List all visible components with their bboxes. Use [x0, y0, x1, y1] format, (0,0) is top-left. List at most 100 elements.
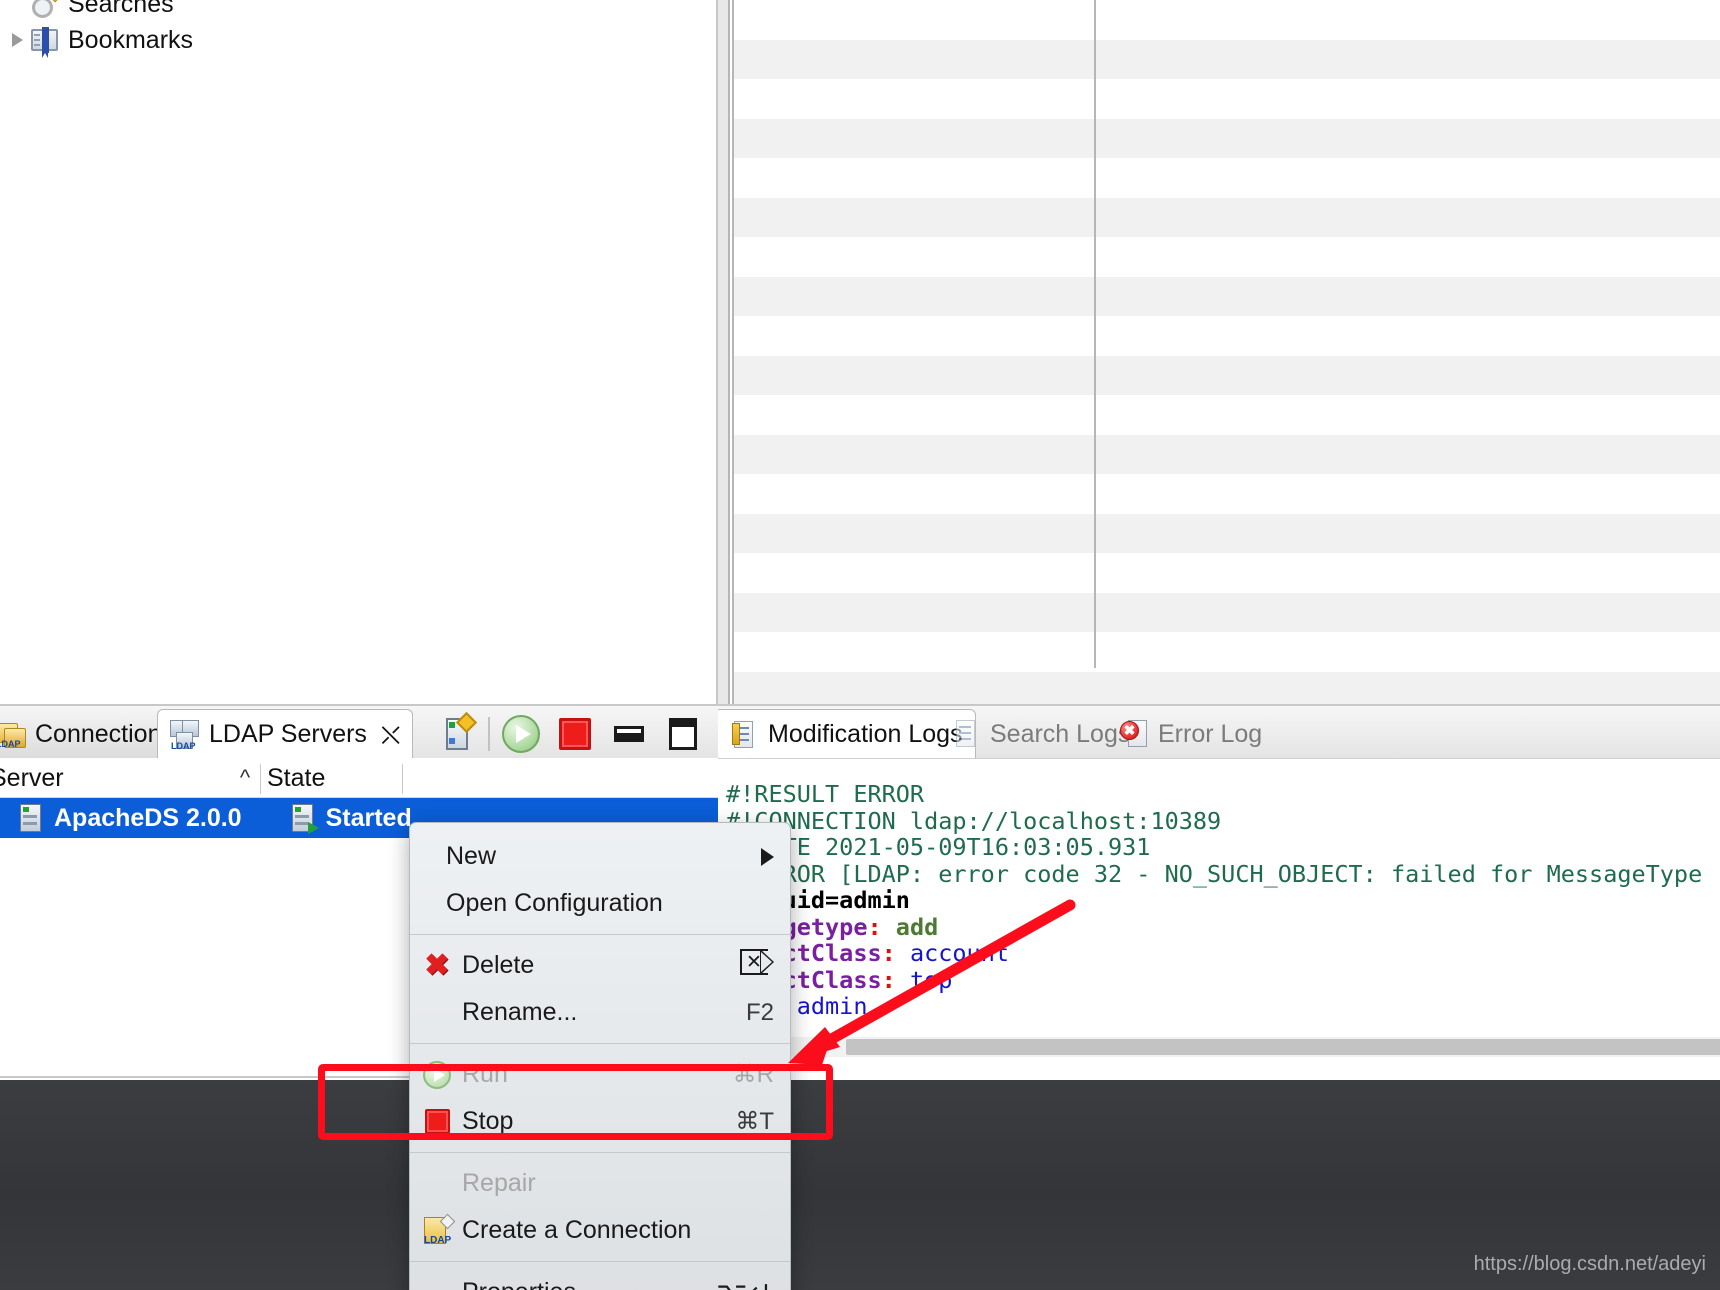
blank-icon-slot: [420, 998, 454, 1028]
tab-label: Error Log: [1158, 719, 1263, 748]
menu-separator: [410, 1152, 790, 1153]
horizontal-scrollbar[interactable]: [718, 1037, 1720, 1057]
table-row[interactable]: [734, 316, 1720, 356]
app-window: Searches Bookmarks DAP Connections LDAP …: [0, 0, 1720, 1290]
tab-error-log[interactable]: ✖ Error Log: [1108, 709, 1274, 759]
ldap-browser-tree[interactable]: Searches Bookmarks: [0, 0, 718, 706]
table-row[interactable]: [734, 395, 1720, 435]
ldap-servers-toolbar[interactable]: [430, 710, 710, 758]
column-header-server[interactable]: Server: [0, 758, 260, 798]
table-row[interactable]: [734, 0, 1720, 40]
table-row[interactable]: [734, 671, 1720, 706]
table-row[interactable]: [734, 474, 1720, 514]
menu-item-properties[interactable]: Properties ⌥↵: [410, 1269, 790, 1290]
minimize-icon: [614, 726, 644, 742]
stop-icon: [420, 1107, 454, 1137]
table-rows-area[interactable]: [732, 0, 1720, 706]
table-row[interactable]: [734, 276, 1720, 316]
desktop-background: https://blog.csdn.net/adeyi: [0, 1080, 1720, 1290]
server-name: ApacheDS 2.0.0: [54, 803, 242, 832]
log-content: #!RESULT ERROR #!CONNECTION ldap://local…: [726, 781, 1702, 1020]
table-row[interactable]: [734, 513, 1720, 553]
table-row[interactable]: [734, 197, 1720, 237]
entry-editor-table[interactable]: [718, 0, 1720, 706]
run-button[interactable]: [494, 711, 548, 757]
tab-label: Connections: [35, 719, 174, 748]
minimize-button[interactable]: [602, 711, 656, 757]
run-icon: [420, 1060, 454, 1090]
menu-item-create-a-connection[interactable]: LDAP Create a Connection: [410, 1207, 790, 1254]
stop-icon: [559, 718, 591, 750]
menu-item-stop[interactable]: Stop ⌘T: [410, 1098, 790, 1145]
menu-item-accelerator: ⌘T: [735, 1108, 774, 1135]
table-row[interactable]: [734, 79, 1720, 119]
connections-icon: LDAP: [0, 719, 26, 749]
table-row[interactable]: [734, 434, 1720, 474]
menu-item-rename[interactable]: Rename... F2: [410, 989, 790, 1036]
ldap-servers-icon: LDAP: [170, 719, 200, 751]
bookmarks-icon: [30, 25, 60, 58]
table-row[interactable]: [734, 355, 1720, 395]
menu-item-accelerator: F2: [745, 998, 774, 1026]
sort-ascending-icon[interactable]: ^: [225, 758, 265, 798]
table-row-gutter: [718, 0, 730, 706]
menu-item-label: Repair: [462, 1169, 536, 1197]
tab-modification-logs[interactable]: Modification Logs: [718, 709, 976, 759]
new-server-icon: [435, 711, 479, 756]
context-menu[interactable]: New Open Configuration ✖ Delete ✕ Rename…: [409, 822, 791, 1290]
table-row[interactable]: [734, 237, 1720, 277]
logs-view[interactable]: Modification Logs Search Logs ✖ Error Lo…: [718, 706, 1720, 1079]
menu-item-label: Run: [462, 1060, 508, 1088]
menu-item-label: Properties: [462, 1278, 692, 1290]
log-line: #!RESULT ERROR: [726, 780, 925, 808]
column-header-state[interactable]: State: [267, 758, 325, 798]
server-state-cell: Started: [248, 803, 412, 834]
maximize-button[interactable]: [656, 711, 710, 757]
logs-tabbar: Modification Logs Search Logs ✖ Error Lo…: [718, 706, 1720, 759]
menu-item-label: Stop: [462, 1107, 514, 1135]
menu-item-delete[interactable]: ✖ Delete ✕: [410, 942, 790, 989]
table-column-separator[interactable]: [1094, 0, 1096, 668]
new-server-button[interactable]: [430, 711, 484, 757]
ldap-servers-tabbar: LDAP Connections LDAP LDAP Servers ⛌: [0, 706, 718, 759]
search-logs-icon: [952, 719, 980, 749]
delete-x-icon: ✖: [424, 948, 450, 982]
ldap-connection-icon: LDAP: [420, 1213, 456, 1246]
menu-item-label: Create a Connection: [462, 1216, 692, 1244]
tree-item-label: Bookmarks: [68, 25, 194, 54]
menu-separator: [410, 1261, 790, 1262]
blank-icon-slot: [420, 1278, 454, 1290]
table-row[interactable]: [734, 553, 1720, 593]
menu-item-run: Run ⌘R: [410, 1051, 790, 1098]
error-log-icon: ✖: [1120, 719, 1148, 749]
server-table-header[interactable]: Server ^ State: [0, 758, 718, 798]
header-separator: [260, 764, 261, 794]
server-started-icon: [290, 803, 319, 834]
menu-separator: [410, 934, 790, 935]
menu-item-label: Delete: [462, 951, 535, 979]
table-row[interactable]: [734, 39, 1720, 79]
searches-icon: [30, 0, 60, 19]
menu-item-label: Rename...: [462, 998, 578, 1026]
tab-label: LDAP Servers: [209, 720, 367, 748]
table-row[interactable]: [734, 632, 1720, 672]
menu-separator: [410, 1043, 790, 1044]
menu-item-label: Open Configuration: [446, 889, 663, 917]
tab-ldap-servers[interactable]: LDAP LDAP Servers ⛌: [157, 709, 414, 759]
menu-item-open-configuration[interactable]: Open Configuration: [410, 880, 790, 927]
tab-label: Modification Logs: [768, 720, 963, 748]
column-label: Server: [0, 763, 64, 792]
table-row[interactable]: [734, 592, 1720, 632]
stop-button[interactable]: [548, 711, 602, 757]
watermark-text: https://blog.csdn.net/adeyi: [1473, 1253, 1706, 1275]
menu-item-accelerator: ⌘R: [732, 1061, 774, 1088]
close-icon[interactable]: ⛌: [381, 722, 400, 748]
tree-item-searches[interactable]: Searches: [0, 0, 716, 22]
tree-item-bookmarks[interactable]: Bookmarks: [0, 22, 716, 58]
table-row[interactable]: [734, 158, 1720, 198]
table-row[interactable]: [734, 118, 1720, 158]
scrollbar-thumb[interactable]: [846, 1039, 1720, 1055]
menu-item-new[interactable]: New: [410, 833, 790, 880]
log-text-area[interactable]: #!RESULT ERROR #!CONNECTION ldap://local…: [718, 758, 1720, 1079]
tree-twisty-bookmarks[interactable]: [4, 22, 30, 58]
